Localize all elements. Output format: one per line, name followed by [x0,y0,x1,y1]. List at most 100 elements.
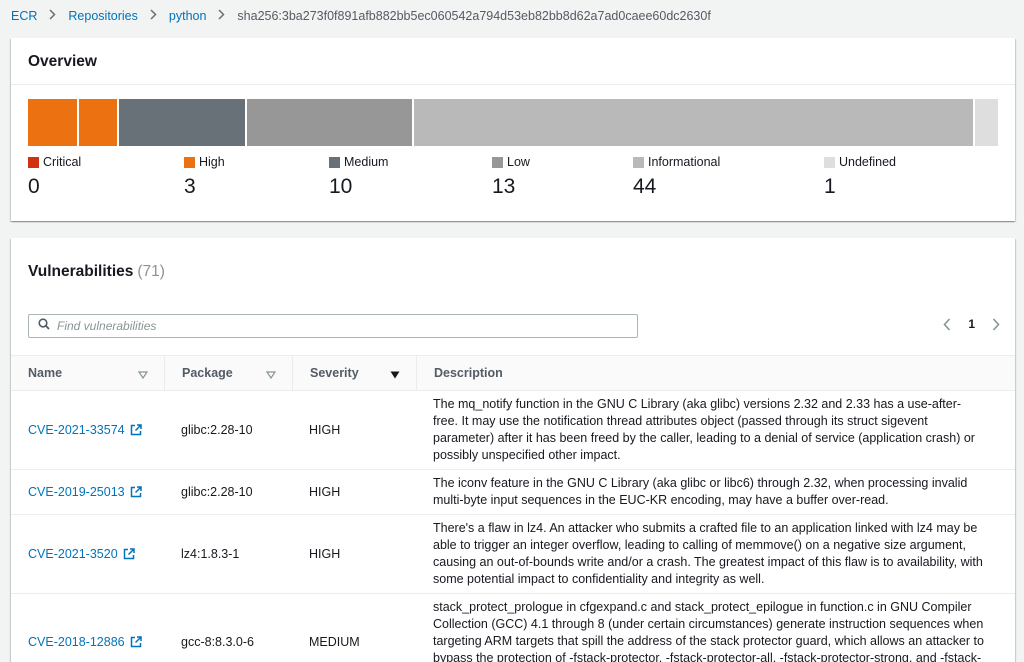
external-link-icon[interactable] [130,486,142,498]
legend-item-medium: Medium 10 [329,155,388,199]
column-header-label: Package [182,366,233,380]
table-body: CVE-2021-33574 glibc:2.28-10 HIGH The mq_no… [11,391,1015,662]
table-row: CVE-2019-25013 glibc:2.28-10 HIGH The iconv… [11,470,1015,515]
breadcrumb-python[interactable]: python [169,9,207,23]
severity-segment-informational [414,99,973,146]
cve-cell: CVE-2021-33574 [11,423,164,437]
cve-id[interactable]: CVE-2019-25013 [28,485,125,499]
legend-label-text: Critical [43,155,82,169]
overview-title: Overview [11,38,1015,85]
severity-cell: HIGH [309,485,341,499]
table-row: CVE-2021-33574 glibc:2.28-10 HIGH The mq_no… [11,391,1015,470]
column-header-name[interactable]: Name [11,356,164,390]
severity-cell: MEDIUM [309,634,360,649]
legend-label: Informational [633,155,720,169]
legend-item-high: High 3 [184,155,225,199]
legend-label: High [184,155,225,169]
legend-label-text: Informational [648,155,721,169]
search-icon [38,317,50,335]
external-link-icon[interactable] [123,548,135,560]
legend-swatch [28,156,39,168]
column-header-label: Name [28,366,63,380]
next-page-icon[interactable] [992,317,1000,331]
cve-link[interactable]: CVE-2021-33574 [28,423,142,437]
vulnerabilities-table: Name Package Severity Description CVE-20… [11,355,1015,662]
cve-cell: CVE-2018-12886 [11,635,164,649]
breadcrumb-repositories[interactable]: Repositories [68,9,137,23]
severity-segment-low [247,99,413,146]
breadcrumb-ecr[interactable]: ECR [11,9,37,23]
severity-cell: HIGH [309,423,341,437]
search-input[interactable] [57,319,617,333]
column-header-description: Description [416,356,1015,390]
legend-label: Undefined [824,155,896,169]
legend-label-text: High [199,155,225,169]
severity-distribution-bar [28,99,998,146]
legend-count: 10 [329,175,353,198]
cve-id[interactable]: CVE-2021-33574 [28,423,125,437]
cve-id[interactable]: CVE-2018-12886 [28,635,125,649]
cve-link[interactable]: CVE-2019-25013 [28,485,142,499]
external-link-icon[interactable] [130,424,142,436]
vulnerabilities-count: (71) [137,263,165,280]
package-cell: lz4:1.8.3-1 [181,547,240,561]
breadcrumb: ECR Repositories python sha256:3ba273f0f… [11,6,711,26]
pagination: 1 [943,317,1000,331]
vulnerabilities-title: Vulnerabilities (71) [28,263,165,281]
breadcrumb-current-digest: sha256:3ba273f0f891afb882bb5ec060542a794… [237,9,711,23]
table-row: CVE-2021-3520 lz4:1.8.3-1 HIGH There's a fl… [11,515,1015,594]
column-header-label: Severity [310,366,359,380]
legend-swatch [633,156,644,168]
sort-triangle-icon[interactable] [137,368,149,382]
severity-segment-high [78,99,117,146]
column-header-label: Description [434,366,503,380]
previous-page-icon[interactable] [943,317,951,331]
legend-count: 1 [824,175,836,198]
legend-swatch [184,156,195,168]
legend-swatch [824,156,835,168]
legend-item-critical: Critical 0 [28,155,81,199]
legend-label-text: Undefined [839,155,896,169]
package-cell: glibc:2.28-10 [181,485,253,499]
cve-cell: CVE-2019-25013 [11,485,164,499]
legend-label: Low [492,155,530,169]
legend-item-undefined: Undefined 1 [824,155,896,199]
chevron-right-icon [218,9,225,23]
legend-item-low: Low 13 [492,155,530,199]
table-row: CVE-2018-12886 gcc-8:8.3.0-6 MEDIUM stack_p… [11,594,1015,662]
current-page-number[interactable]: 1 [968,317,975,331]
description-cell: stack_protect_prologue in cfgexpand.c an… [433,600,984,662]
legend-item-informational: Informational 44 [633,155,720,199]
chevron-right-icon [49,9,56,23]
overview-panel: Overview Critical 0 High 3 Medium 10 Low 13 Info… [11,38,1015,221]
cve-link[interactable]: CVE-2018-12886 [28,635,142,649]
severity-legend: Critical 0 High 3 Medium 10 Low 13 Informational… [28,155,998,215]
legend-count: 3 [184,175,196,198]
external-link-icon[interactable] [130,635,142,648]
severity-segment-medium [118,99,246,146]
vulnerabilities-title-text: Vulnerabilities [28,263,134,280]
cve-id[interactable]: CVE-2021-3520 [28,547,118,561]
cve-cell: CVE-2021-3520 [11,547,164,561]
package-cell: gcc-8:8.3.0-6 [181,634,254,649]
chevron-right-icon [150,9,157,23]
sort-descending-icon[interactable] [390,368,400,382]
legend-count: 0 [28,175,40,198]
sort-triangle-icon[interactable] [265,368,277,382]
severity-segment-undefined [974,99,998,146]
package-cell: glibc:2.28-10 [181,423,253,437]
table-header: Name Package Severity Description [11,355,1015,391]
legend-count: 44 [633,175,657,198]
severity-segment-critical [28,99,77,146]
legend-swatch [492,156,503,168]
legend-label: Critical [28,155,81,169]
column-header-package[interactable]: Package [164,356,292,390]
cve-link[interactable]: CVE-2021-3520 [28,547,135,561]
column-header-severity[interactable]: Severity [292,356,416,390]
search-box [28,314,638,338]
description-cell: The mq_notify function in the GNU C Libr… [433,397,975,462]
severity-cell: HIGH [309,547,341,561]
legend-count: 13 [492,175,516,198]
legend-label-text: Low [507,155,530,169]
vulnerabilities-panel: Vulnerabilities(71) 1 Name Package [11,238,1015,662]
